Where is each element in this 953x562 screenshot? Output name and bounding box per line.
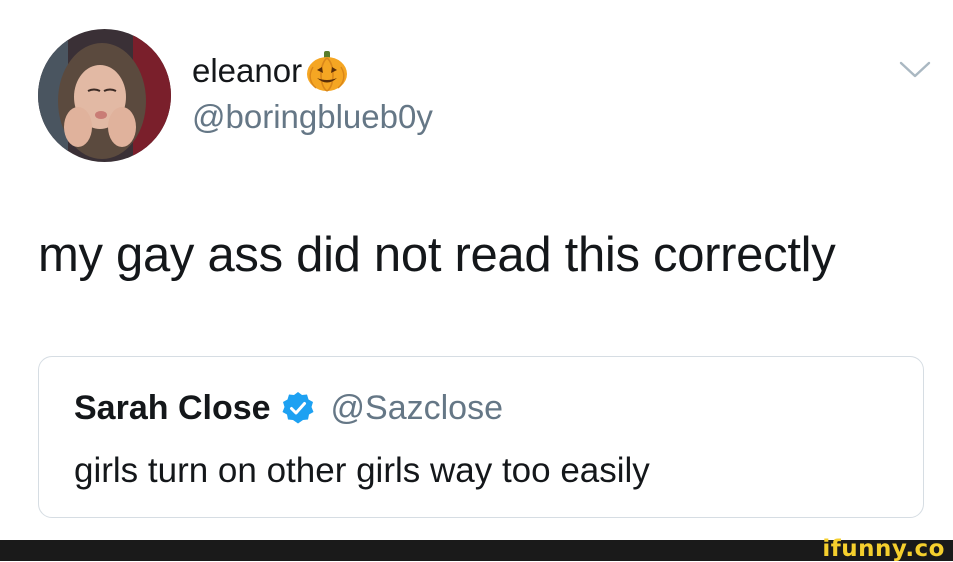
display-name[interactable]: eleanor [192, 49, 350, 93]
avatar[interactable] [38, 29, 171, 162]
quoted-user-handle[interactable]: @Sazclose [331, 387, 503, 429]
user-handle[interactable]: @boringblueb0y [192, 97, 433, 137]
chevron-down-icon[interactable] [897, 57, 933, 81]
quoted-tweet[interactable]: Sarah Close @Sazclose girls turn on othe… [38, 356, 924, 518]
tweet-text: my gay ass did not read this correctly [38, 228, 836, 282]
quoted-tweet-text: girls turn on other girls way too easily [74, 451, 650, 490]
ifunny-watermark: ifunny.co [822, 536, 945, 562]
pumpkin-icon [304, 49, 350, 93]
display-name-text: eleanor [192, 52, 303, 89]
quoted-display-name[interactable]: Sarah Close [74, 387, 271, 429]
quoted-tweet-header: Sarah Close @Sazclose [74, 387, 503, 429]
tweet-card: eleanor @boringblueb0y my gay ass did no… [0, 0, 953, 540]
verified-badge-icon [281, 391, 315, 425]
watermark-bar: ifunny.co [0, 536, 953, 562]
avatar-image [38, 29, 171, 162]
